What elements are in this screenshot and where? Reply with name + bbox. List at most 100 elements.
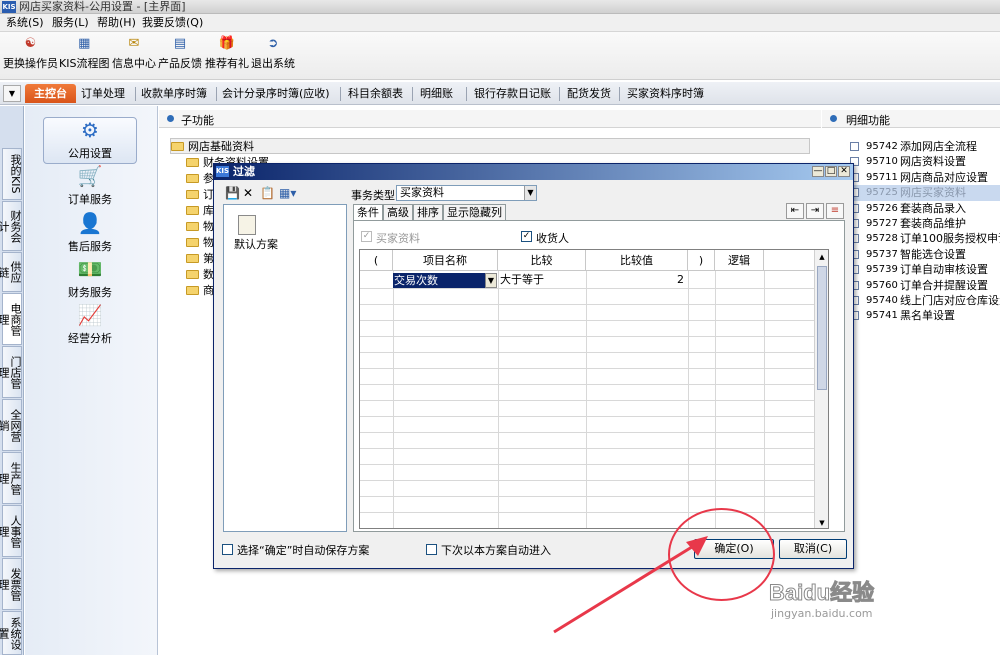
grid-line <box>360 432 828 433</box>
tab-order-process[interactable]: 订单处理 <box>81 87 125 101</box>
buyer-checkbox[interactable]: ✓ <box>361 231 372 242</box>
nav-marketing[interactable]: 全网营销 <box>0 399 22 451</box>
tab-subject-balance[interactable]: 科目余额表 <box>348 87 403 101</box>
grid-scrollbar[interactable]: ▲ ▼ <box>814 250 828 528</box>
nav-invoice[interactable]: 发票管理 <box>0 558 22 610</box>
scroll-thumb[interactable] <box>817 266 827 390</box>
nav-system-settings[interactable]: 系统设置 <box>0 611 22 655</box>
detail-item[interactable]: 95728 订单100服务授权申请 <box>850 231 1000 246</box>
tree-item[interactable]: 订 <box>186 187 214 203</box>
minimize-icon[interactable]: — <box>812 166 824 177</box>
cancel-button[interactable]: 取消(C) <box>779 539 847 559</box>
auto-enter-checkbox[interactable] <box>426 544 437 555</box>
detail-item-selected[interactable]: 95725 网店买家资料 <box>850 185 1000 201</box>
module-common-settings[interactable]: ⚙ 公用设置 <box>43 117 137 164</box>
tree-item[interactable]: 数 <box>186 267 214 283</box>
auto-save-checkbox[interactable] <box>222 544 233 555</box>
nav-store[interactable]: 门店管理 <box>0 346 22 398</box>
detail-item[interactable]: 95742 添加网店全流程 <box>850 139 1000 154</box>
tree-item[interactable]: 物 <box>186 219 214 235</box>
tab-sort[interactable]: 排序 <box>413 204 443 220</box>
detail-item[interactable]: 95740 线上门店对应仓库设置 <box>850 293 1000 308</box>
nav-ecommerce[interactable]: 电商管理 <box>0 293 22 345</box>
tab-conditions[interactable]: 条件 <box>353 204 383 221</box>
tree-item[interactable]: 参 <box>186 171 214 187</box>
detail-list: 95742 添加网店全流程 95710 网店资料设置 95711 网店商品对应设置 9… <box>850 139 1000 324</box>
compare-cell[interactable]: 大于等于 <box>500 272 544 287</box>
tab-separator <box>216 87 217 101</box>
tab-detail-ledger[interactable]: 明细账 <box>420 87 453 101</box>
chevron-down-icon[interactable]: ▼ <box>485 273 497 288</box>
value-cell[interactable]: 2 <box>588 272 684 287</box>
folder-icon <box>186 174 199 183</box>
close-icon[interactable]: ✕ <box>838 166 850 177</box>
copy-icon[interactable]: 📋 <box>260 186 275 200</box>
tree-item[interactable]: 商 <box>186 283 214 299</box>
tab-show-hide-columns[interactable]: 显示隐藏列 <box>443 204 506 220</box>
tree-root[interactable]: 网店基础资料 <box>170 138 810 154</box>
maximize-icon[interactable]: □ <box>825 166 837 177</box>
nav-supply-chain[interactable]: 供应链 <box>0 252 22 292</box>
nav-production[interactable]: 生产管理 <box>0 452 22 504</box>
menu-service[interactable]: 服务(L) <box>52 16 89 30</box>
module-business-analysis[interactable]: 📈 经营分析 <box>43 303 137 346</box>
exit-icon: ➲ <box>267 36 279 51</box>
table-icon[interactable]: ▦▾ <box>279 186 296 200</box>
detail-item[interactable]: 95739 订单自动审核设置 <box>850 262 1000 277</box>
menu-feedback[interactable]: 我要反馈(Q) <box>142 16 203 30</box>
dialog-title: 过滤 <box>233 165 255 178</box>
tab-home[interactable]: 主控台 <box>25 84 76 103</box>
scheme-default[interactable]: 默认方案 <box>234 236 278 252</box>
detail-item[interactable]: 95760 订单合并提醒设置 <box>850 278 1000 293</box>
module-order-service[interactable]: 🛒 订单服务 <box>43 164 137 207</box>
field-select[interactable]: 交易次数 ▼ <box>393 273 497 288</box>
scroll-down-icon[interactable]: ▼ <box>816 517 828 528</box>
detail-item[interactable]: 95737 智能选仓设置 <box>850 247 1000 262</box>
scroll-up-icon[interactable]: ▲ <box>816 251 828 263</box>
tree-item[interactable]: 库 <box>186 203 214 219</box>
flowchart-button[interactable]: ▦ KIS流程图 <box>59 36 109 71</box>
save-icon[interactable]: 💾 <box>225 186 240 200</box>
nav-hr[interactable]: 人事管理 <box>0 505 22 557</box>
dialog-title-bar[interactable]: KIS 过滤 — □ ✕ <box>214 164 853 180</box>
tab-advanced[interactable]: 高级 <box>383 204 413 220</box>
recommend-gift-button[interactable]: 🎁 推荐有礼 <box>205 36 249 71</box>
tree-item[interactable]: 第 <box>186 251 214 267</box>
delete-icon[interactable]: ✕ <box>243 186 253 200</box>
tab-buyer-journal[interactable]: 买家资料序时簿 <box>627 87 704 101</box>
message-center-button[interactable]: ✉ 信息中心 <box>112 36 156 71</box>
detail-item[interactable]: 95710 网店资料设置 <box>850 154 1000 169</box>
detail-item[interactable]: 95741 黑名单设置 <box>850 308 1000 323</box>
type-select[interactable]: 买家资料 ▼ <box>396 185 537 201</box>
module-aftersale-service[interactable]: 👤 售后服务 <box>43 211 137 254</box>
detail-item[interactable]: 95726 套装商品录入 <box>850 201 1000 216</box>
chevron-down-icon[interactable]: ▼ <box>524 186 536 200</box>
tab-dropdown-icon[interactable]: ▼ <box>3 85 21 102</box>
receiver-checkbox[interactable]: ✓ <box>521 231 532 242</box>
folder-icon <box>186 286 199 295</box>
tab-bank-journal[interactable]: 银行存款日记账 <box>474 87 551 101</box>
tab-separator <box>559 87 560 101</box>
tree-item[interactable]: 物 <box>186 235 214 251</box>
insert-row-icon[interactable]: ⇤ <box>786 203 804 219</box>
col-field: 项目名称 <box>393 250 498 271</box>
menu-help[interactable]: 帮助(H) <box>97 16 136 30</box>
tab-receipt-journal[interactable]: 收款单序时簿 <box>141 87 207 101</box>
module-finance-service[interactable]: 💵 财务服务 <box>43 257 137 300</box>
tab-separator <box>412 87 413 101</box>
switch-user-button[interactable]: ☯ 更换操作员 <box>3 36 58 71</box>
nav-my-kis[interactable]: 我的KIS <box>2 148 22 200</box>
detail-item[interactable]: 95727 套装商品维护 <box>850 216 1000 231</box>
tab-shipping[interactable]: 配货发货 <box>567 87 611 101</box>
exit-system-button[interactable]: ➲ 退出系统 <box>251 36 295 71</box>
append-row-icon[interactable]: ⇥ <box>806 203 824 219</box>
product-feedback-button[interactable]: ▤ 产品反馈 <box>158 36 202 71</box>
auto-enter-label: 下次以本方案自动进入 <box>441 544 551 557</box>
detail-item[interactable]: 95711 网店商品对应设置 <box>850 170 1000 185</box>
delete-row-icon[interactable]: ≡ <box>826 203 844 219</box>
tab-accounting-entries[interactable]: 会计分录序时簿(应收) <box>222 87 330 101</box>
menu-system[interactable]: 系统(S) <box>6 16 44 30</box>
nav-finance[interactable]: 财务会计 <box>0 201 22 251</box>
chart-icon: 📈 <box>77 303 103 327</box>
grid-line <box>360 384 828 385</box>
